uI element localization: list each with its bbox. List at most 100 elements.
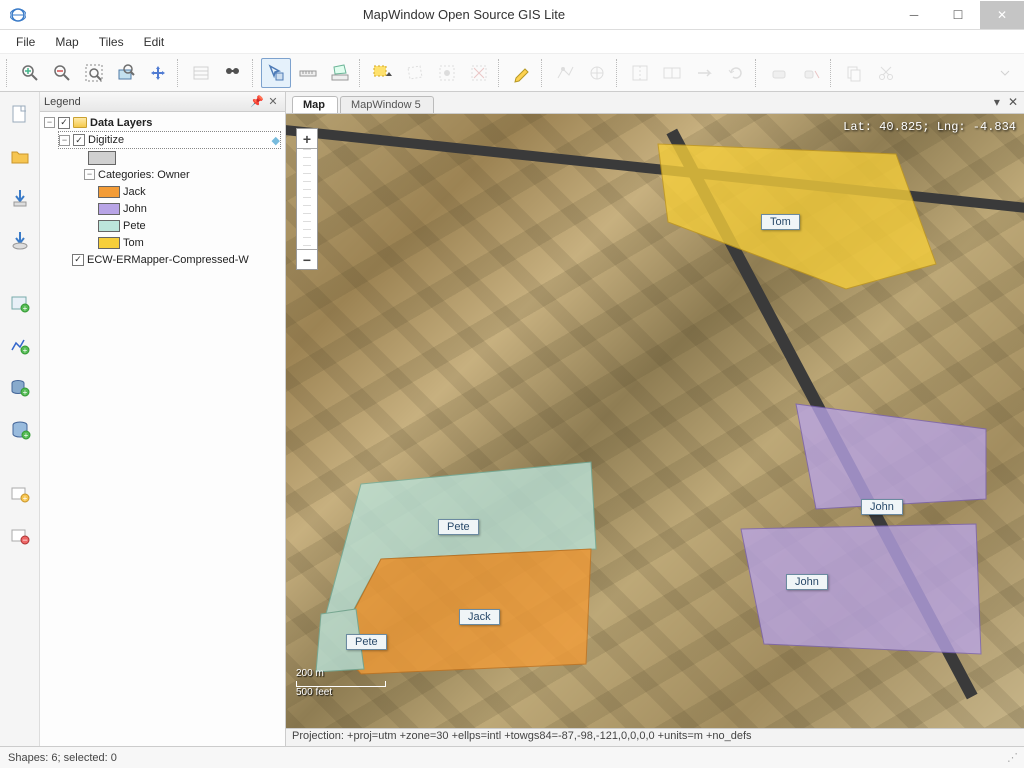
add-chart-layer-icon[interactable]: + [6, 332, 34, 360]
menubar: File Map Tiles Edit [0, 30, 1024, 54]
zoom-layer-button[interactable] [111, 58, 141, 88]
tree-root[interactable]: − ✓ Data Layers [44, 114, 281, 131]
scalebar: 200 m 500 feet [296, 668, 386, 698]
parcel-label-pete-2: Pete [346, 634, 387, 650]
svg-text:+: + [22, 346, 27, 355]
parcel-label-john: John [861, 499, 903, 515]
cat-john[interactable]: John [98, 200, 281, 217]
merge-button[interactable] [657, 58, 687, 88]
copy-button[interactable] [839, 58, 869, 88]
menu-file[interactable]: File [16, 35, 35, 49]
parcel-label-jack: Jack [459, 609, 500, 625]
root-label: Data Layers [90, 117, 152, 129]
parcel-label-pete: Pete [438, 519, 479, 535]
select-poly-button[interactable] [400, 58, 430, 88]
layer-type-icon: ◆ [272, 134, 280, 147]
measure-area-button[interactable] [325, 58, 355, 88]
menu-tiles[interactable]: Tiles [99, 35, 124, 49]
left-rail: + + + + + − [0, 92, 40, 746]
clear-select-button[interactable] [464, 58, 494, 88]
close-button[interactable]: ✕ [980, 1, 1024, 29]
zoom-control[interactable]: + − [296, 128, 318, 270]
svg-text:−: − [22, 535, 27, 545]
parcel-label-john-2: John [786, 574, 828, 590]
split-button[interactable] [625, 58, 655, 88]
ecw-label: ECW-ERMapper-Compressed-W [87, 254, 249, 266]
cat-pete[interactable]: Pete [98, 217, 281, 234]
menu-map[interactable]: Map [55, 35, 78, 49]
pan-button[interactable] [143, 58, 173, 88]
open-project-icon[interactable] [6, 142, 34, 170]
titlebar: MapWindow Open Source GIS Lite ─ ☐ ✕ [0, 0, 1024, 30]
swatch-pete [98, 220, 120, 232]
add-vector-icon[interactable] [6, 184, 34, 212]
parcel-label-tom: Tom [761, 214, 800, 230]
zoom-slider[interactable] [303, 149, 311, 249]
cat-jack[interactable]: Jack [98, 183, 281, 200]
add-db-icon[interactable]: + [6, 416, 34, 444]
cat-tom[interactable]: Tom [98, 234, 281, 251]
maximize-button[interactable]: ☐ [936, 1, 980, 29]
measure-distance-button[interactable] [293, 58, 323, 88]
swatch-tom [98, 237, 120, 249]
pin-icon[interactable]: 📌 [249, 95, 265, 108]
app-icon [8, 5, 28, 25]
rotate-button[interactable] [721, 58, 751, 88]
swatch-jack [98, 186, 120, 198]
tab-map[interactable]: Map [292, 96, 338, 113]
categories-label: Categories: Owner [98, 169, 190, 181]
legend-panel: Legend 📌 ✕ − ✓ Data Layers − ✓ Digitize … [40, 92, 286, 746]
select-rect-button[interactable] [368, 58, 398, 88]
tab-dropdown-icon[interactable]: ▾ [994, 95, 1000, 109]
projection-bar: Projection: +proj=utm +zone=30 +ellps=in… [286, 728, 1024, 746]
zoom-in-map-button[interactable]: + [297, 129, 317, 149]
svg-text:+: + [22, 494, 27, 503]
zoom-extent-button[interactable] [79, 58, 109, 88]
digitize-label: Digitize [88, 134, 124, 146]
status-shapes: Shapes: 6; selected: 0 [8, 752, 117, 764]
resize-grip-icon[interactable]: ⋰ [1007, 751, 1016, 764]
tab-close-icon[interactable]: ✕ [1008, 95, 1018, 109]
geometry-tool-button[interactable] [582, 58, 612, 88]
add-raster-icon[interactable] [6, 226, 34, 254]
zoom-out-button[interactable] [47, 58, 77, 88]
legend-title: Legend [44, 96, 81, 108]
add-db-layer-icon[interactable]: + [6, 374, 34, 402]
find-button[interactable] [218, 58, 248, 88]
tab-mapwindow5[interactable]: MapWindow 5 [340, 96, 434, 113]
minimize-button[interactable]: ─ [892, 1, 936, 29]
edit-layer-button[interactable] [507, 58, 537, 88]
swatch-john [98, 203, 120, 215]
identify-button[interactable] [261, 58, 291, 88]
map-tabs: Map MapWindow 5 ▾ ✕ [286, 92, 1024, 114]
zoom-out-map-button[interactable]: − [297, 249, 317, 269]
move-button[interactable] [689, 58, 719, 88]
layer-add-icon[interactable]: + [6, 480, 34, 508]
statusbar: Shapes: 6; selected: 0 ⋰ [0, 746, 1024, 768]
scalebar-metric: 200 m [296, 668, 386, 679]
vertex-edit-button[interactable] [550, 58, 580, 88]
attributes-button[interactable] [186, 58, 216, 88]
tree-ecw[interactable]: ✓ ECW-ERMapper-Compressed-W [72, 251, 281, 268]
layer-remove-icon[interactable]: − [6, 522, 34, 550]
map-area: Map MapWindow 5 ▾ ✕ Tom John [286, 92, 1024, 746]
cut-button[interactable] [871, 58, 901, 88]
zoom-in-button[interactable] [15, 58, 45, 88]
tree-categories[interactable]: − Categories: Owner [84, 166, 281, 183]
add-layer-icon[interactable]: + [6, 290, 34, 318]
window-title: MapWindow Open Source GIS Lite [36, 7, 892, 22]
svg-text:+: + [22, 388, 27, 397]
toolbar-overflow-button[interactable] [990, 58, 1020, 88]
default-swatch [88, 151, 116, 165]
tree-digitize[interactable]: − ✓ Digitize ◆ [58, 131, 281, 149]
new-project-icon[interactable] [6, 100, 34, 128]
close-panel-icon[interactable]: ✕ [265, 95, 281, 108]
digitize-swatch-row [88, 149, 281, 166]
menu-edit[interactable]: Edit [144, 35, 165, 49]
scalebar-imperial: 500 feet [296, 687, 386, 698]
erase-part-button[interactable] [796, 58, 826, 88]
select-attr-button[interactable] [432, 58, 462, 88]
coords-readout: Lat: 40.825; Lng: -4.834 [843, 120, 1016, 134]
erase-button[interactable] [764, 58, 794, 88]
map-canvas[interactable]: Tom John John Pete Jack Pete + − Lat: 40… [286, 114, 1024, 728]
